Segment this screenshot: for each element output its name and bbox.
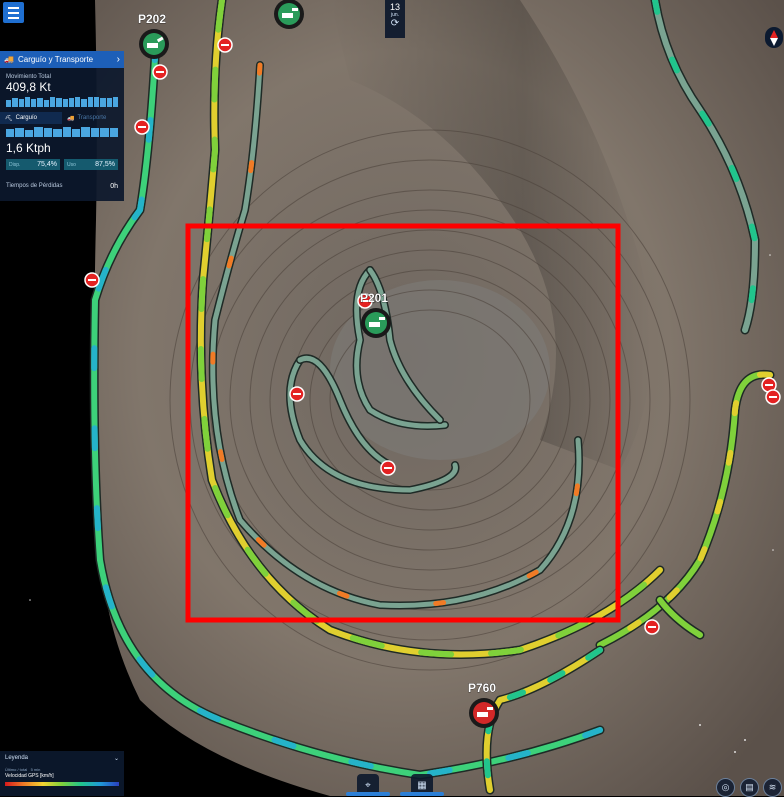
layers-icon[interactable]: ≋ [763,778,782,797]
use-gauge: Uso 87,5% [64,159,118,170]
stop-icon[interactable] [217,37,233,53]
panel-tabs: ⛏ Carguío 🚚 Transporte [0,112,124,124]
legend-option-1[interactable]: Último / total [5,767,27,772]
shovel-icon: ⛏ [5,115,13,122]
chevron-right-icon[interactable]: › [117,54,120,65]
availability-gauge: Disp. 75,4% [6,159,60,170]
panel-header[interactable]: 🚚 Carguío y Transporte › [0,51,124,68]
date-selector[interactable]: 13 jun. ⟳ [385,0,405,38]
use-value: 87,5% [95,161,115,168]
rate-value: 1,6 Ktph [6,141,51,155]
bottom-strip-left [346,792,390,796]
movement-sparkline [6,96,119,107]
stop-icon[interactable] [644,619,660,635]
shovel-marker-top[interactable] [274,0,304,29]
legend-panel: Leyenda ⌄ Último / total 5 min Velocidad… [0,751,124,796]
menu-icon[interactable] [3,2,24,23]
truck-icon: 🚚 [67,115,75,122]
shovel-label-p201: P201 [360,291,388,305]
lost-time-value: 0h [110,183,118,190]
grid-map-icon[interactable]: ▤ [740,778,759,797]
stop-icon[interactable] [134,119,150,135]
availability-value: 75,4% [37,161,57,168]
tab-transport[interactable]: 🚚 Transporte [62,112,124,124]
movement-value: 409,8 Kt [6,80,51,94]
bottom-strip-right [400,792,444,796]
stop-icon[interactable] [289,386,305,402]
legend-metric: Velocidad GPS [km/h] [5,773,54,779]
lost-time-label: Tiempos de Pérdidas [6,183,63,189]
movement-label: Movimiento Total [6,74,51,80]
truck-icon: 🚚 [4,55,14,64]
shovel-label-p202: P202 [138,12,166,26]
stop-icon[interactable] [84,272,100,288]
shovel-marker-p201[interactable] [361,308,391,338]
shovel-marker-p760[interactable] [469,698,499,728]
legend-option-2[interactable]: 5 min [31,767,41,772]
loading-transport-panel: 🚚 Carguío y Transporte › Movimiento Tota… [0,51,124,201]
rate-sparkline [6,126,119,137]
stop-icon[interactable] [380,460,396,476]
target-icon[interactable]: ◎ [716,778,735,797]
legend-color-scale [5,782,119,786]
shovel-marker-p202[interactable] [139,29,169,59]
panel-title: Carguío y Transporte [17,55,94,64]
stop-icon[interactable] [152,64,168,80]
lost-time-row: Tiempos de Pérdidas 0h [0,170,124,190]
refresh-icon[interactable]: ⟳ [385,18,405,29]
stop-icon[interactable] [765,389,781,405]
legend-title: Leyenda [5,755,29,761]
compass-icon[interactable] [765,27,783,48]
tab-loading[interactable]: ⛏ Carguío [0,112,62,124]
shovel-label-p760: P760 [468,681,496,695]
chevron-down-icon[interactable]: ⌄ [114,755,119,762]
date-day: 13 [389,2,400,12]
